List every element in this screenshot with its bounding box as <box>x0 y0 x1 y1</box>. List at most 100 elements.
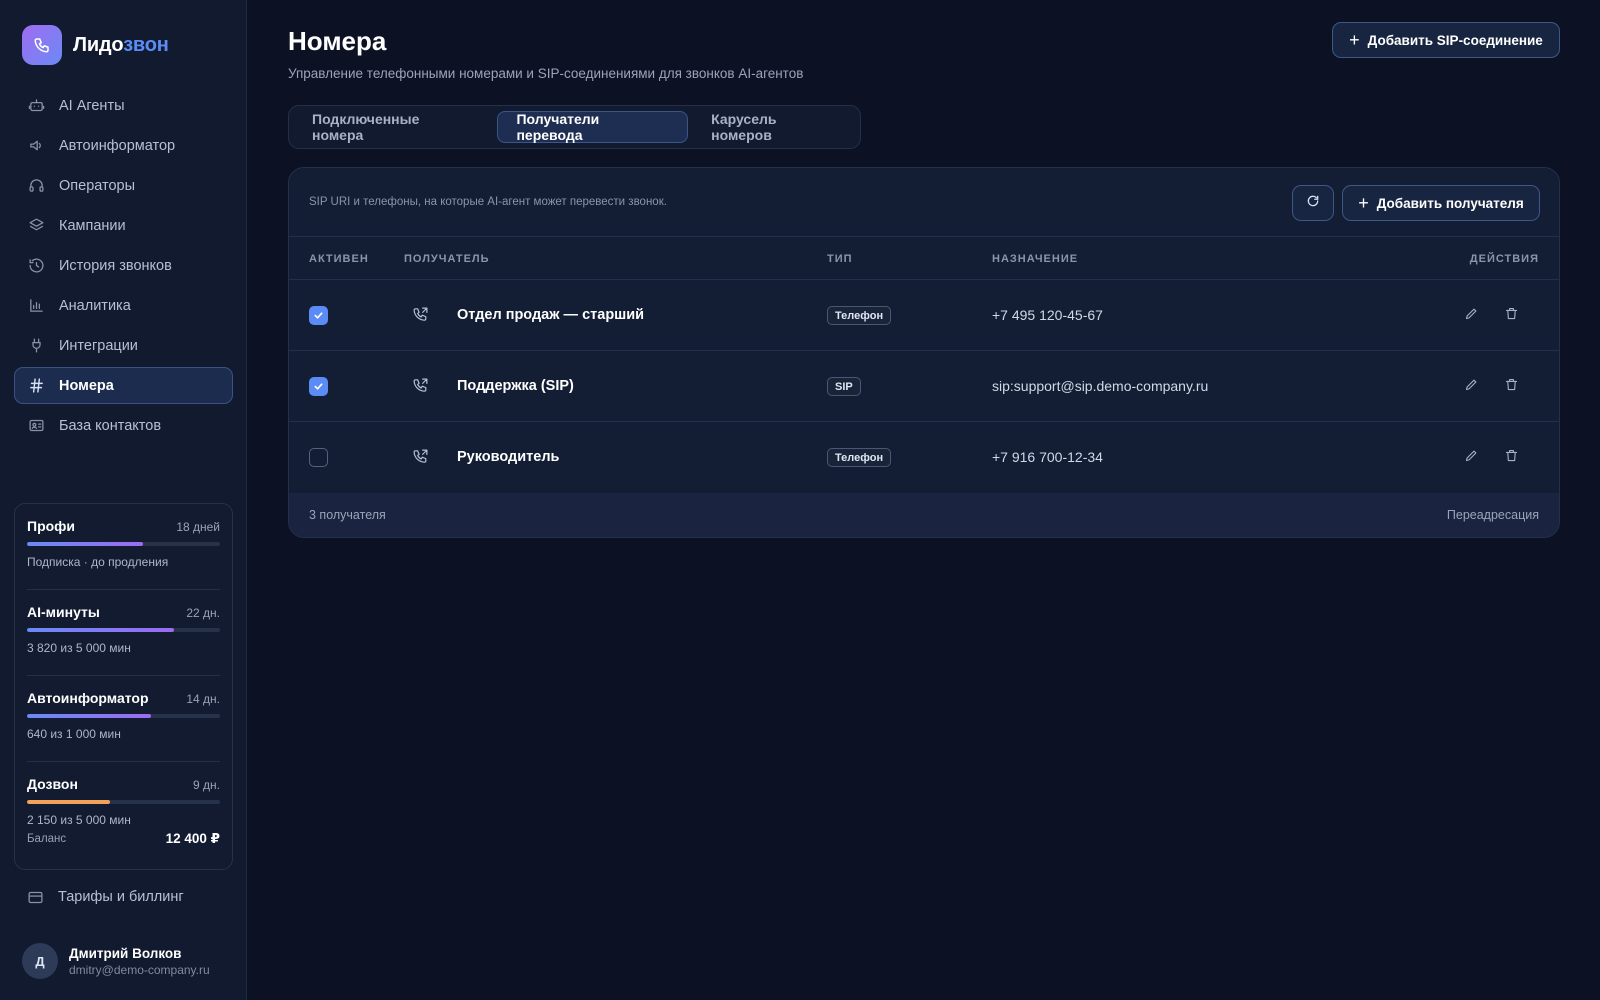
footer-label: Переадресация <box>1446 508 1539 522</box>
add-sip-connection-button[interactable]: + Добавить SIP-соединение <box>1332 22 1560 58</box>
phone-forward-icon <box>412 448 429 470</box>
sidebar-item-contacts[interactable]: База контактов <box>14 407 233 444</box>
usage-autoinformer: Автоинформатор 14 дн. 640 из 1 000 мин <box>27 676 220 762</box>
user-name: Дмитрий Волков <box>69 945 182 961</box>
usage-title: Автоинформатор <box>27 690 149 706</box>
recipient-destination: +7 916 700-12-34 <box>992 449 1103 465</box>
type-badge: Телефон <box>827 306 892 325</box>
trash-icon[interactable] <box>1504 306 1519 326</box>
sidebar-item-label: Автоинформатор <box>59 137 176 154</box>
usage-sub: 640 из 1 000 мин <box>27 727 121 741</box>
sidebar-item-label: Интеграции <box>59 337 138 354</box>
sidebar-item-ai-agents[interactable]: AI Агенты <box>14 87 233 124</box>
add-recipient-button[interactable]: + Добавить получателя <box>1342 185 1540 221</box>
refresh-button[interactable] <box>1292 185 1334 221</box>
add-sip-connection-label: Добавить SIP-соединение <box>1367 32 1543 48</box>
layers-icon <box>27 217 45 235</box>
recipient-count: 3 получателя <box>309 508 386 522</box>
history-icon <box>27 257 45 275</box>
progress-bar <box>27 714 220 718</box>
tab-connected-numbers[interactable]: Подключенные номера <box>293 111 493 143</box>
usage-title: Дозвон <box>27 776 78 792</box>
edit-icon[interactable] <box>1464 448 1479 468</box>
usage-days: 22 дн. <box>186 606 220 620</box>
sidebar-item-numbers[interactable]: Номера <box>14 367 233 404</box>
trash-icon[interactable] <box>1504 377 1519 397</box>
sidebar-item-label: Кампании <box>59 217 126 234</box>
edit-icon[interactable] <box>1464 306 1479 326</box>
sidebar-item-billing[interactable]: Тарифы и биллинг <box>14 879 233 915</box>
sidebar-nav: AI Агенты Автоинформатор Операторы Кампа… <box>14 87 233 447</box>
usage-sub: 3 820 из 5 000 мин <box>27 641 131 655</box>
tabs: Подключенные номера Получатели перевода … <box>288 105 861 149</box>
tab-number-carousel[interactable]: Карусель номеров <box>692 111 860 143</box>
column-header-destination: НАЗНАЧЕНИЕ <box>992 253 1079 265</box>
add-recipient-label: Добавить получателя <box>1376 195 1524 211</box>
progress-fill <box>27 714 151 718</box>
page-title: Номера <box>288 26 387 56</box>
balance-label: Баланс <box>27 833 67 845</box>
phone-forward-icon <box>412 306 429 328</box>
panel-footer: 3 получателя Переадресация <box>289 493 1559 537</box>
recipient-name: Поддержка (SIP) <box>457 378 574 394</box>
edit-icon[interactable] <box>1464 377 1479 397</box>
brand[interactable]: Лидозвон <box>22 25 169 65</box>
plug-icon <box>27 337 45 355</box>
chart-icon <box>27 297 45 315</box>
sidebar-item-operators[interactable]: Операторы <box>14 167 233 204</box>
plus-icon: + <box>1358 193 1369 213</box>
recipient-name: Руководитель <box>457 449 560 465</box>
sidebar-item-integrations[interactable]: Интеграции <box>14 327 233 364</box>
sidebar-item-label: AI Агенты <box>59 97 125 114</box>
column-header-actions: ДЕЙСТВИЯ <box>1469 253 1539 265</box>
usage-days: 18 дней <box>176 520 220 534</box>
sidebar-item-campaigns[interactable]: Кампании <box>14 207 233 244</box>
table-row: Поддержка (SIP) SIP sip:support@sip.demo… <box>289 351 1559 422</box>
brand-name-part2: звон <box>123 33 169 56</box>
usage-dialer: Дозвон 9 дн. 2 150 из 5 000 мин Баланс 1… <box>27 762 220 846</box>
sidebar-item-label: Аналитика <box>59 297 131 314</box>
robot-icon <box>27 97 45 115</box>
sidebar-item-label: История звонков <box>59 257 172 274</box>
plus-icon: + <box>1349 30 1360 50</box>
active-checkbox[interactable] <box>309 377 328 396</box>
check-icon <box>314 383 323 390</box>
active-checkbox[interactable] <box>309 306 328 325</box>
usage-days: 9 дн. <box>193 778 220 792</box>
trash-icon[interactable] <box>1504 448 1519 468</box>
user-profile[interactable]: Д Дмитрий Волков dmitry@demo-company.ru <box>22 943 210 979</box>
contact-card-icon <box>27 417 45 435</box>
headset-icon <box>27 177 45 195</box>
tab-transfer-recipients[interactable]: Получатели перевода <box>497 111 689 143</box>
table-row: Отдел продаж — старший Телефон +7 495 12… <box>289 280 1559 351</box>
recipient-name: Отдел продаж — старший <box>457 307 645 323</box>
active-checkbox[interactable] <box>309 448 328 467</box>
sidebar-item-label: Тарифы и биллинг <box>58 889 184 905</box>
sidebar-item-analytics[interactable]: Аналитика <box>14 287 233 324</box>
sidebar-item-label: База контактов <box>59 417 162 434</box>
usage-card: Профи 18 дней Подписка · до продления AI… <box>14 503 233 870</box>
brand-name: Лидозвон <box>73 34 169 57</box>
avatar: Д <box>22 943 58 979</box>
column-header-active: АКТИВЕН <box>309 253 369 265</box>
sidebar-item-autoinformer[interactable]: Автоинформатор <box>14 127 233 164</box>
usage-ai-minutes: AI-минуты 22 дн. 3 820 из 5 000 мин <box>27 590 220 676</box>
progress-bar <box>27 800 220 804</box>
progress-fill <box>27 628 175 632</box>
phone-forward-icon <box>412 377 429 399</box>
table-row: Руководитель Телефон +7 916 700-12-34 <box>289 422 1559 493</box>
phone-logo-icon <box>22 25 62 65</box>
progress-bar <box>27 542 220 546</box>
recipient-destination: sip:support@sip.demo-company.ru <box>992 378 1209 394</box>
progress-fill <box>27 542 143 546</box>
brand-name-part1: Лидо <box>73 33 124 56</box>
balance-row: Баланс 12 400 ₽ <box>27 831 220 847</box>
balance-value: 12 400 ₽ <box>165 831 220 846</box>
panel-description: SIP URI и телефоны, на которые AI-агент … <box>309 196 667 208</box>
sidebar-item-label: Номера <box>59 377 114 394</box>
sidebar-item-call-history[interactable]: История звонков <box>14 247 233 284</box>
usage-plan: Профи 18 дней Подписка · до продления <box>27 516 220 590</box>
column-header-type: ТИП <box>827 253 853 265</box>
credit-card-icon <box>26 888 44 906</box>
usage-title: AI-минуты <box>27 604 100 620</box>
